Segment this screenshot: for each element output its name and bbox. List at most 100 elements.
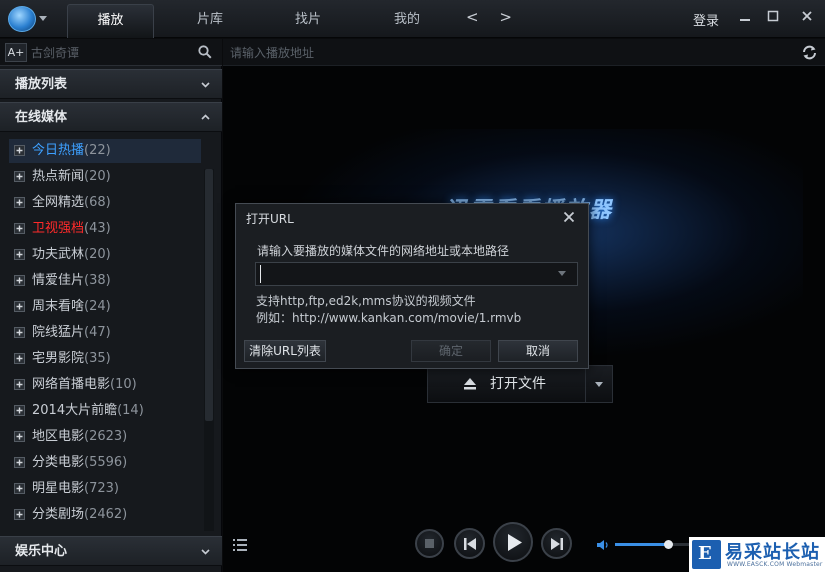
section-online-media[interactable]: 在线媒体: [0, 102, 222, 132]
expand-plus-icon[interactable]: [14, 249, 25, 260]
expand-plus-icon[interactable]: [14, 145, 25, 156]
expand-plus-icon[interactable]: [14, 327, 25, 338]
list-item-count: (43): [84, 221, 111, 236]
list-item-label: 分类剧场: [32, 507, 85, 522]
tab-library[interactable]: 片库: [172, 4, 248, 38]
login-link[interactable]: 登录: [693, 10, 719, 29]
list-item[interactable]: 热点新闻(20): [9, 165, 201, 189]
list-item[interactable]: 情爱佳片(38): [9, 269, 201, 293]
expand-plus-icon[interactable]: [14, 171, 25, 182]
list-item[interactable]: 卫视强档(43): [9, 217, 201, 241]
volume-slider-knob[interactable]: [663, 540, 673, 549]
list-item-label: 卫视强档: [32, 221, 85, 236]
minimize-icon[interactable]: [735, 8, 755, 28]
cancel-button[interactable]: 取消: [498, 340, 578, 362]
next-icon: [551, 538, 563, 550]
play-url-input[interactable]: [230, 44, 790, 62]
close-icon[interactable]: [797, 8, 817, 28]
previous-button[interactable]: [454, 528, 485, 559]
list-item[interactable]: 网络首播电影(10): [9, 373, 201, 397]
section-online-media-label: 在线媒体: [15, 110, 68, 125]
expand-plus-icon[interactable]: [14, 353, 25, 364]
tab-find[interactable]: 找片: [270, 4, 346, 38]
volume-slider-fill: [615, 543, 668, 546]
section-entertainment[interactable]: 娱乐中心: [0, 536, 222, 566]
maximize-icon[interactable]: [763, 8, 783, 28]
close-icon[interactable]: [563, 211, 575, 223]
expand-plus-icon[interactable]: [14, 509, 25, 520]
nav-arrows[interactable]: < >: [466, 8, 520, 26]
list-item[interactable]: 宅男影院(35): [9, 347, 201, 371]
list-item-label: 网络首播电影: [32, 377, 111, 392]
expand-plus-icon[interactable]: [14, 405, 25, 416]
expand-plus-icon[interactable]: [14, 301, 25, 312]
list-item[interactable]: 全网精选(68): [9, 191, 201, 215]
list-item[interactable]: 周末看啥(24): [9, 295, 201, 319]
list-item-count: (20): [84, 247, 111, 262]
stop-icon: [425, 539, 434, 548]
list-item[interactable]: 今日热播(22): [9, 139, 201, 163]
clear-url-list-button[interactable]: 清除URL列表: [244, 340, 326, 362]
list-item[interactable]: 分类剧场(2462): [9, 503, 201, 527]
list-item[interactable]: 地区电影(2623): [9, 425, 201, 449]
list-item-label: 今日热播: [32, 143, 85, 158]
app-logo-icon[interactable]: [8, 6, 36, 32]
open-file-button-group: 打开文件: [427, 365, 613, 403]
title-bar: 播放 片库 找片 我的 < > 登录: [0, 0, 825, 38]
list-item-label: 地区电影: [32, 429, 85, 444]
eject-icon: [464, 378, 476, 390]
section-playlist[interactable]: 播放列表: [0, 69, 222, 99]
url-bar: [223, 39, 825, 66]
list-item-label: 热点新闻: [32, 169, 85, 184]
expand-plus-icon[interactable]: [14, 431, 25, 442]
expand-plus-icon[interactable]: [14, 457, 25, 468]
list-item[interactable]: 功夫武林(20): [9, 243, 201, 267]
list-item-label: 情爱佳片: [32, 273, 85, 288]
expand-plus-icon[interactable]: [14, 483, 25, 494]
list-item[interactable]: 院线猛片(47): [9, 321, 201, 345]
play-icon: [508, 534, 522, 551]
dialog-hint-protocols: 支持http,ftp,ed2k,mms协议的视频文件: [256, 294, 476, 308]
play-button[interactable]: [493, 522, 533, 562]
list-item[interactable]: 明星电影(723): [9, 477, 201, 501]
expand-plus-icon[interactable]: [14, 379, 25, 390]
section-entertainment-label: 娱乐中心: [15, 544, 68, 559]
list-item-label: 宅男影院: [32, 351, 85, 366]
tab-play[interactable]: 播放: [67, 4, 154, 38]
search-icon[interactable]: [198, 45, 212, 59]
tab-mine[interactable]: 我的: [369, 4, 445, 38]
dialog-prompt: 请输入要播放的媒体文件的网络地址或本地路径: [257, 244, 510, 258]
site-watermark: E 易采站长站 WWW.EASCK.COM Webmaster: [689, 537, 825, 572]
list-item-label: 周末看啥: [32, 299, 85, 314]
next-button[interactable]: [541, 528, 572, 559]
chevron-down-icon: [595, 382, 603, 387]
expand-plus-icon[interactable]: [14, 223, 25, 234]
chevron-down-icon: [201, 549, 210, 555]
refresh-icon[interactable]: [801, 44, 818, 61]
list-scroll-thumb[interactable]: [205, 169, 213, 421]
volume-icon[interactable]: [597, 539, 609, 551]
open-file-label: 打开文件: [490, 376, 546, 392]
list-item-count: (5596): [84, 455, 128, 470]
list-item-count: (10): [110, 377, 137, 392]
expand-plus-icon[interactable]: [14, 197, 25, 208]
chevron-down-icon[interactable]: [558, 271, 566, 276]
list-item-count: (38): [84, 273, 111, 288]
list-item-count: (20): [84, 169, 111, 184]
list-item-count: (35): [84, 351, 111, 366]
expand-plus-icon[interactable]: [14, 275, 25, 286]
sidebar-search-input[interactable]: [31, 43, 193, 62]
list-item-count: (2462): [84, 507, 128, 522]
list-item-label: 全网精选: [32, 195, 85, 210]
font-size-button[interactable]: A+: [5, 43, 27, 62]
playlist-toggle-icon[interactable]: [233, 539, 247, 551]
list-item[interactable]: 2014大片前瞻(14): [9, 399, 201, 423]
url-input[interactable]: [260, 265, 552, 283]
ok-button[interactable]: 确定: [411, 340, 491, 362]
list-item[interactable]: 分类电影(5596): [9, 451, 201, 475]
url-combobox[interactable]: [255, 262, 578, 286]
stop-button[interactable]: [415, 529, 444, 558]
open-file-button[interactable]: 打开文件: [428, 366, 585, 402]
open-file-dropdown[interactable]: [585, 366, 612, 402]
logo-menu-caret-icon[interactable]: [39, 16, 47, 21]
